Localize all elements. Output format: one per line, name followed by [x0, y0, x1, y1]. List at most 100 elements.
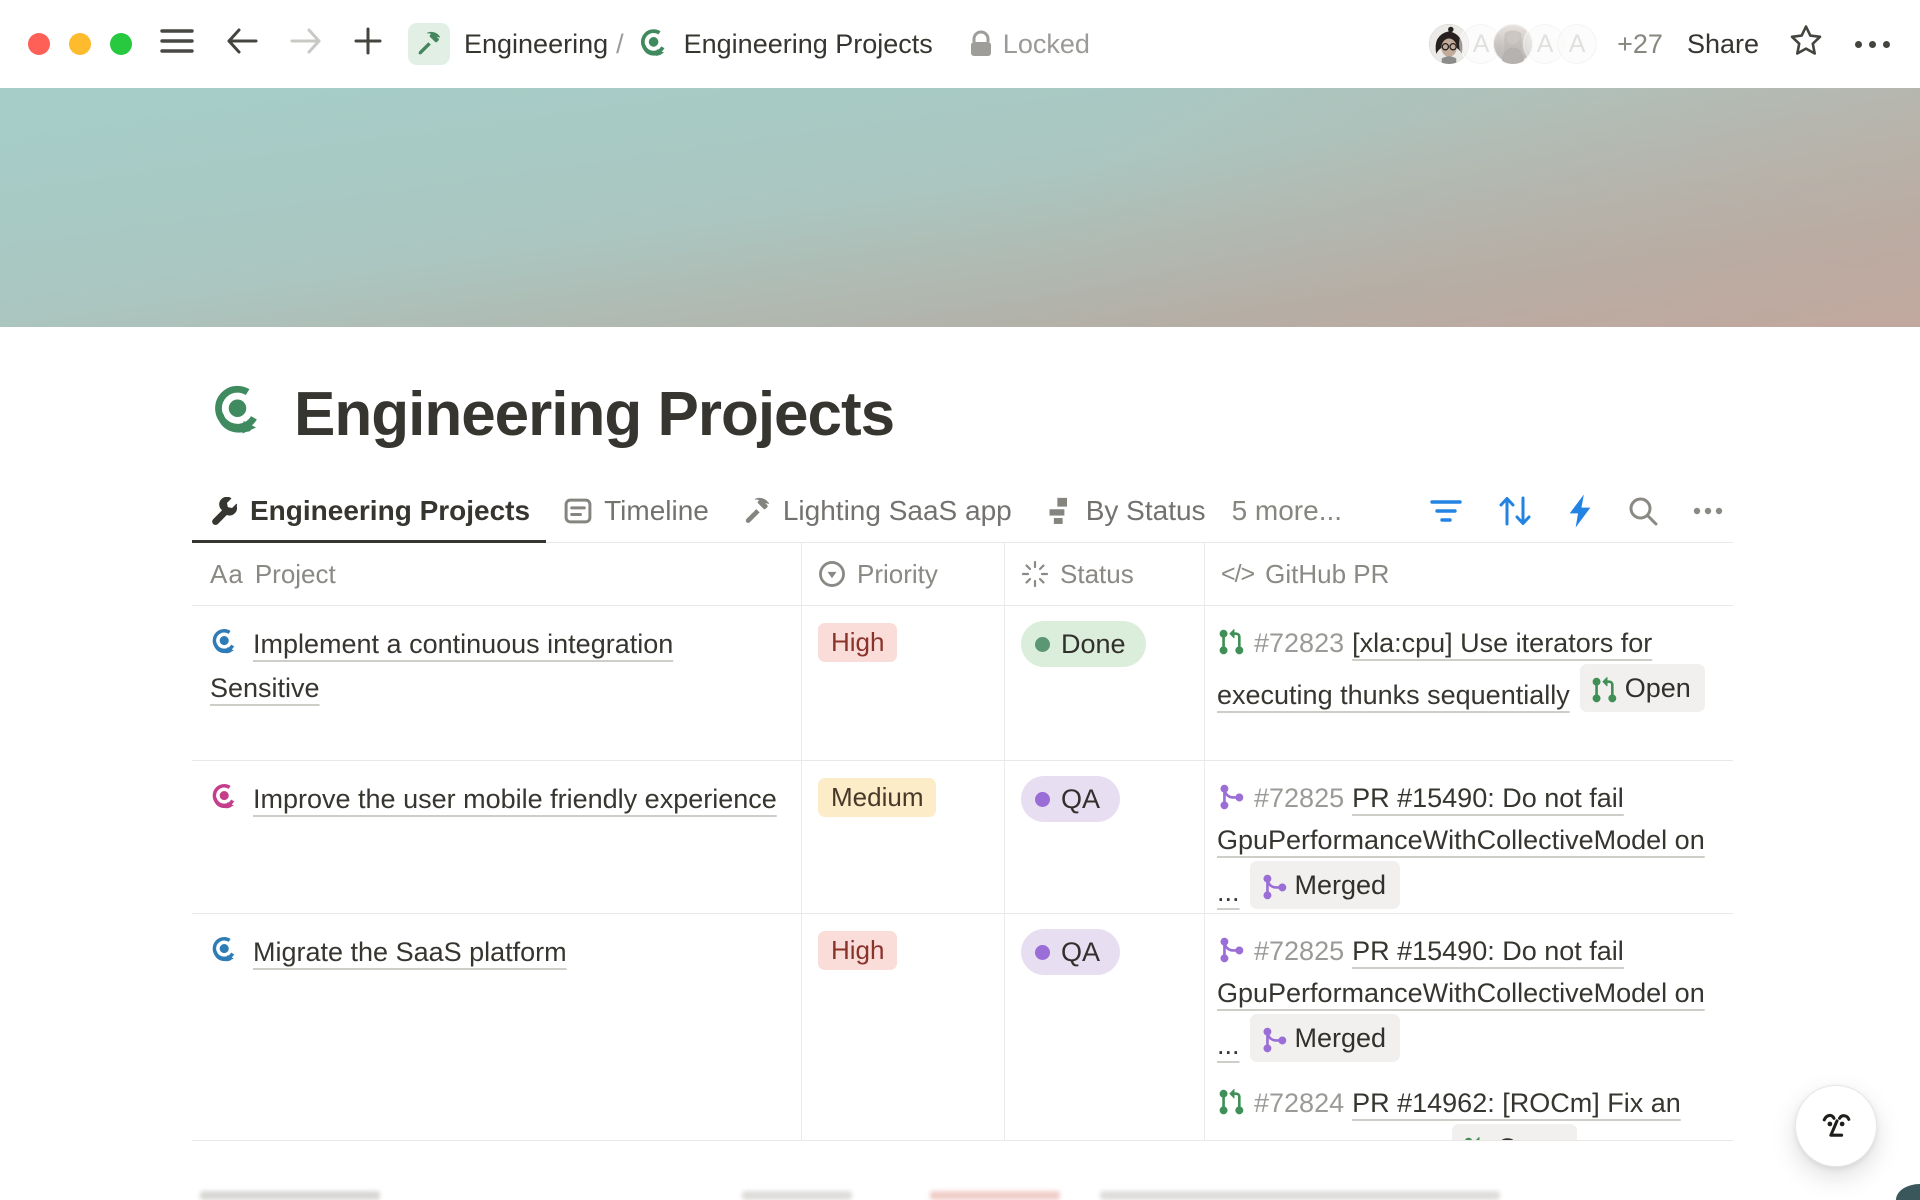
table-body: Implement a continuous integration Sensi… — [192, 606, 1733, 1141]
background-window-corner — [1896, 1184, 1920, 1200]
traffic-lights — [28, 33, 132, 55]
breadcrumb-workspace[interactable]: Engineering — [464, 29, 608, 60]
automation-lightning-icon[interactable] — [1567, 494, 1593, 528]
column-header-github-pr[interactable]: </> GitHub PR — [1205, 543, 1733, 605]
pull-request-icon — [1217, 781, 1245, 809]
priority-cell[interactable]: Medium — [802, 761, 1005, 913]
pull-request-icon — [1217, 934, 1245, 962]
pr-state-badge: Open — [1580, 664, 1705, 712]
collaborator-avatars[interactable]: A A A — [1427, 22, 1599, 66]
board-icon — [1046, 497, 1074, 525]
project-link[interactable]: Improve the user mobile friendly experie… — [253, 784, 777, 814]
tab-engineering-projects[interactable]: Engineering Projects — [192, 480, 546, 543]
select-icon — [818, 560, 846, 588]
code-icon: </> — [1221, 560, 1254, 589]
project-cell[interactable]: Migrate the SaaS platform — [192, 914, 802, 1140]
page-title-icon[interactable] — [210, 382, 270, 447]
status-cell[interactable]: QA — [1005, 914, 1205, 1140]
share-button[interactable]: Share — [1687, 29, 1759, 60]
timeline-icon — [564, 497, 592, 525]
avatar[interactable]: A — [1555, 22, 1599, 66]
pr-number: #72824 — [1254, 1088, 1344, 1118]
close-window-button[interactable] — [28, 33, 50, 55]
favorite-star-icon[interactable] — [1789, 24, 1823, 64]
projects-table: Aa Project Priority Status </> GitHub PR — [192, 543, 1733, 1141]
pr-state-icon — [1260, 1024, 1288, 1052]
zoom-window-button[interactable] — [110, 33, 132, 55]
priority-cell[interactable]: High — [802, 606, 1005, 760]
project-link[interactable]: Migrate the SaaS platform — [253, 937, 567, 967]
breadcrumb-page[interactable]: Engineering Projects — [684, 29, 933, 60]
status-dot — [1035, 792, 1050, 807]
new-tab-icon[interactable] — [354, 27, 382, 62]
pr-number: #72825 — [1254, 936, 1344, 966]
sort-icon[interactable] — [1497, 495, 1533, 527]
project-link[interactable]: Implement a continuous integration Sensi… — [210, 629, 673, 703]
text-type-icon: Aa — [210, 559, 244, 590]
github-pr-cell[interactable]: #72823[xla:cpu] Use iterators for execut… — [1205, 606, 1733, 760]
pull-request-icon — [1217, 1086, 1245, 1114]
pr-state-badge: Open — [1452, 1124, 1577, 1140]
notion-ai-button[interactable] — [1795, 1085, 1877, 1167]
status-badge: QA — [1021, 776, 1120, 822]
project-page-icon — [210, 935, 241, 966]
status-badge: Done — [1021, 621, 1146, 667]
tab-timeline[interactable]: Timeline — [546, 480, 725, 543]
back-arrow-icon[interactable] — [226, 27, 258, 62]
status-badge: QA — [1021, 929, 1120, 975]
partial-next-row-fragment — [742, 1191, 852, 1200]
github-pr-cell[interactable]: #72825PR #15490: Do not fail GpuPerforma… — [1205, 761, 1733, 913]
status-dot — [1035, 945, 1050, 960]
locked-indicator[interactable]: Locked — [969, 29, 1090, 60]
project-cell[interactable]: Improve the user mobile friendly experie… — [192, 761, 802, 913]
column-header-status[interactable]: Status — [1005, 543, 1205, 605]
pull-request-icon — [1217, 626, 1245, 654]
partial-next-row-fragment — [200, 1191, 380, 1200]
pr-state-icon — [1590, 674, 1618, 702]
workspace-hammer-icon[interactable] — [408, 23, 450, 65]
breadcrumb-separator: / — [616, 29, 624, 60]
page-title[interactable]: Engineering Projects — [294, 379, 894, 450]
status-icon — [1021, 560, 1049, 588]
locked-label: Locked — [1003, 29, 1090, 60]
pr-state-badge: Merged — [1250, 1014, 1401, 1062]
github-pr-entry: #72824PR #14962: [ROCm] Fix an issue wit… — [1217, 1082, 1723, 1140]
project-page-icon — [210, 782, 241, 813]
pr-state-badge: Merged — [1250, 861, 1401, 909]
github-pr-entry: #72823[xla:cpu] Use iterators for execut… — [1217, 622, 1723, 716]
table-row[interactable]: Implement a continuous integration Sensi… — [192, 606, 1733, 761]
tab-more-views[interactable]: 5 more... — [1222, 480, 1358, 543]
page-cover-image[interactable] — [0, 88, 1920, 327]
filter-icon[interactable] — [1429, 497, 1463, 525]
window-topbar: Engineering / Engineering Projects Locke… — [0, 0, 1920, 88]
table-row[interactable]: Improve the user mobile friendly experie… — [192, 761, 1733, 914]
priority-cell[interactable]: High — [802, 914, 1005, 1140]
notion-window: Engineering / Engineering Projects Locke… — [0, 0, 1920, 1200]
pr-state-icon — [1462, 1134, 1490, 1140]
project-cell[interactable]: Implement a continuous integration Sensi… — [192, 606, 802, 760]
column-header-priority[interactable]: Priority — [802, 543, 1005, 605]
pr-number: #72825 — [1254, 783, 1344, 813]
lock-icon — [969, 30, 993, 58]
search-icon[interactable] — [1627, 495, 1659, 527]
github-pr-cell[interactable]: #72825PR #15490: Do not fail GpuPerforma… — [1205, 914, 1733, 1140]
minimize-window-button[interactable] — [69, 33, 91, 55]
forward-arrow-icon[interactable] — [290, 27, 322, 62]
page-logo-icon — [638, 27, 672, 61]
status-cell[interactable]: Done — [1005, 606, 1205, 760]
table-row[interactable]: Migrate the SaaS platform High QA #72825… — [192, 914, 1733, 1141]
view-tabs: Engineering Projects Timeline Lighting S… — [192, 480, 1733, 543]
tab-by-status[interactable]: By Status — [1028, 480, 1222, 543]
tab-lighting-saas-app[interactable]: Lighting SaaS app — [725, 480, 1028, 543]
view-more-icon[interactable] — [1693, 507, 1723, 515]
sidebar-menu-icon[interactable] — [160, 28, 194, 61]
avatar-overflow-count[interactable]: +27 — [1617, 29, 1663, 60]
priority-badge: High — [818, 931, 897, 970]
status-cell[interactable]: QA — [1005, 761, 1205, 913]
wrench-icon — [210, 497, 238, 525]
column-header-project[interactable]: Aa Project — [192, 543, 802, 605]
ai-face-icon — [1813, 1103, 1859, 1149]
hammer-icon — [743, 497, 771, 525]
topbar-more-icon[interactable] — [1855, 41, 1890, 48]
pr-state-icon — [1260, 871, 1288, 899]
